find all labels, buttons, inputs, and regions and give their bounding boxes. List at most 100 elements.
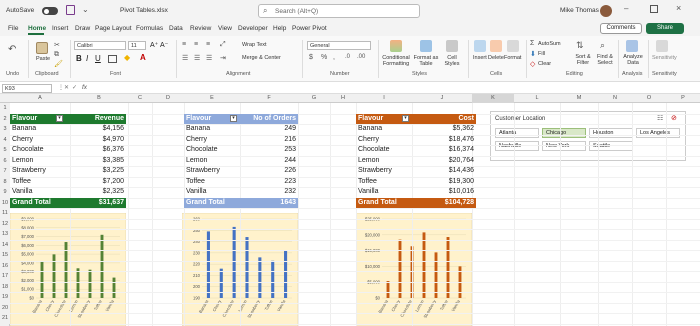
align-top-icon[interactable]: ≡ — [182, 41, 186, 48]
slicer-customer-location[interactable]: Customer Location ☷ ⊘ Atlanta Chicago Hous… — [490, 111, 686, 161]
find-select-icon[interactable]: ⌕ — [600, 40, 605, 51]
column-header[interactable]: M — [560, 94, 598, 103]
tab-data[interactable]: Data — [169, 25, 183, 32]
clear-button[interactable]: Clear — [538, 61, 551, 67]
pivot-row-value[interactable]: 223 — [184, 177, 296, 188]
autosave-toggle[interactable] — [42, 7, 58, 15]
pivot-row-value[interactable]: $5,362 — [356, 124, 474, 135]
align-center-icon[interactable]: ☰ — [194, 54, 200, 62]
tab-formulas[interactable]: Formulas — [136, 25, 163, 32]
cancel-icon[interactable]: ✕ — [64, 84, 69, 91]
row-header[interactable]: 15 — [0, 250, 10, 261]
cut-icon[interactable]: ✂ — [54, 41, 60, 49]
pivot-row-value[interactable]: 226 — [184, 166, 296, 177]
format-painter-icon[interactable]: 🖌 — [54, 60, 63, 68]
tab-developer[interactable]: Developer — [238, 25, 268, 32]
row-header[interactable]: 4 — [0, 134, 10, 145]
column-header[interactable]: L — [514, 94, 560, 103]
row-header[interactable]: 8 — [0, 176, 10, 187]
pivot-row-value[interactable]: 232 — [184, 187, 296, 198]
multi-select-icon[interactable]: ☷ — [657, 114, 663, 122]
slicer-item[interactable]: Houston — [589, 128, 633, 138]
slicer-item[interactable]: Los Angeles — [636, 128, 680, 138]
autosum-button[interactable]: AutoSum — [538, 41, 561, 47]
wrap-text-button[interactable]: Wrap Text — [242, 42, 267, 48]
pivot-row-value[interactable]: $2,325 — [10, 187, 124, 198]
function-icon[interactable]: fx — [82, 84, 87, 91]
tab-file[interactable]: File — [8, 25, 18, 32]
sort-filter-button[interactable]: Sort & Filter — [572, 54, 594, 66]
pivot-row-value[interactable]: 216 — [184, 135, 296, 146]
pivot-row-value[interactable]: $4,156 — [10, 124, 124, 135]
slicer-item[interactable]: Atlanta — [495, 128, 539, 138]
column-header[interactable]: B — [70, 94, 128, 103]
pivot-row-value[interactable]: $19,300 — [356, 177, 474, 188]
percent-icon[interactable]: % — [321, 54, 327, 61]
cell-styles-button[interactable]: Cell Styles — [442, 55, 462, 67]
row-header[interactable]: 21 — [0, 313, 10, 324]
row-header[interactable]: 18 — [0, 281, 10, 292]
undo-icon[interactable]: ↶ — [8, 44, 16, 55]
tab-help[interactable]: Help — [273, 25, 286, 32]
column-header[interactable]: K — [472, 94, 514, 103]
comma-icon[interactable]: , — [333, 54, 335, 61]
enter-icon[interactable]: ✓ — [72, 84, 77, 91]
column-header[interactable]: A — [10, 94, 70, 103]
italic-icon[interactable]: I — [86, 54, 88, 63]
fill-color-icon[interactable]: ◆ — [124, 53, 130, 62]
tab-power-pivot[interactable]: Power Pivot — [292, 25, 327, 32]
column-header[interactable]: P — [666, 94, 700, 103]
pivot-row-value[interactable]: $20,764 — [356, 156, 474, 167]
pivot-row-value[interactable]: $3,225 — [10, 166, 124, 177]
sensitivity-icon[interactable] — [656, 40, 668, 52]
tab-page-layout[interactable]: Page Layout — [95, 25, 132, 32]
tab-draw[interactable]: Draw — [75, 25, 90, 32]
pivot-row-value[interactable]: $7,200 — [10, 177, 124, 188]
row-header[interactable]: 19 — [0, 292, 10, 303]
share-button[interactable]: Share — [646, 23, 684, 34]
decrease-decimal-icon[interactable]: .00 — [357, 54, 365, 60]
row-header[interactable]: 11 — [0, 208, 10, 219]
row-header[interactable]: 20 — [0, 302, 10, 313]
row-header[interactable]: 9 — [0, 187, 10, 198]
conditional-formatting-icon[interactable] — [390, 40, 402, 52]
minimize-icon[interactable]: – — [624, 4, 628, 13]
indent-icon[interactable]: ⇥ — [220, 54, 226, 62]
sensitivity-button[interactable]: Sensitivity — [652, 55, 677, 61]
borders-icon[interactable] — [108, 55, 117, 63]
increase-decimal-icon[interactable]: .0 — [345, 54, 350, 60]
slicer-item[interactable]: Chicago — [542, 128, 586, 138]
fill-button[interactable]: Fill — [538, 51, 545, 57]
row-header[interactable]: 14 — [0, 239, 10, 250]
pivot-row-value[interactable]: 249 — [184, 124, 296, 135]
row-header[interactable]: 17 — [0, 271, 10, 282]
pivot-row-value[interactable]: $6,376 — [10, 145, 124, 156]
tab-insert[interactable]: Insert — [52, 25, 68, 32]
delete-cells-icon[interactable] — [490, 40, 502, 52]
slicer-item[interactable]: Seattle — [589, 141, 633, 151]
align-middle-icon[interactable]: ≡ — [194, 41, 198, 48]
bold-icon[interactable]: B — [76, 54, 82, 63]
underline-icon[interactable]: U — [95, 54, 101, 63]
column-header[interactable]: D — [152, 94, 184, 103]
column-header[interactable]: O — [632, 94, 666, 103]
save-icon[interactable] — [66, 5, 75, 15]
avatar[interactable] — [600, 5, 612, 17]
search-input[interactable]: ⌕ Search (Alt+Q) — [258, 4, 420, 18]
pivot-row-value[interactable]: $10,016 — [356, 187, 474, 198]
row-header[interactable]: 12 — [0, 218, 10, 229]
column-header[interactable]: N — [598, 94, 632, 103]
formula-input[interactable] — [94, 84, 694, 93]
tab-view[interactable]: View — [218, 25, 232, 32]
align-left-icon[interactable]: ☰ — [182, 54, 188, 62]
format-cells-icon[interactable] — [507, 40, 519, 52]
column-header[interactable]: J — [412, 94, 472, 103]
name-box[interactable]: K93 — [2, 84, 52, 93]
row-header[interactable]: 7 — [0, 166, 10, 177]
copy-icon[interactable]: ⧉ — [54, 51, 59, 59]
pivot-row-value[interactable]: $3,385 — [10, 156, 124, 167]
row-header[interactable]: 2 — [0, 113, 10, 124]
pivot-row-value[interactable]: $16,374 — [356, 145, 474, 156]
column-header[interactable]: C — [128, 94, 152, 103]
column-header[interactable]: H — [330, 94, 356, 103]
